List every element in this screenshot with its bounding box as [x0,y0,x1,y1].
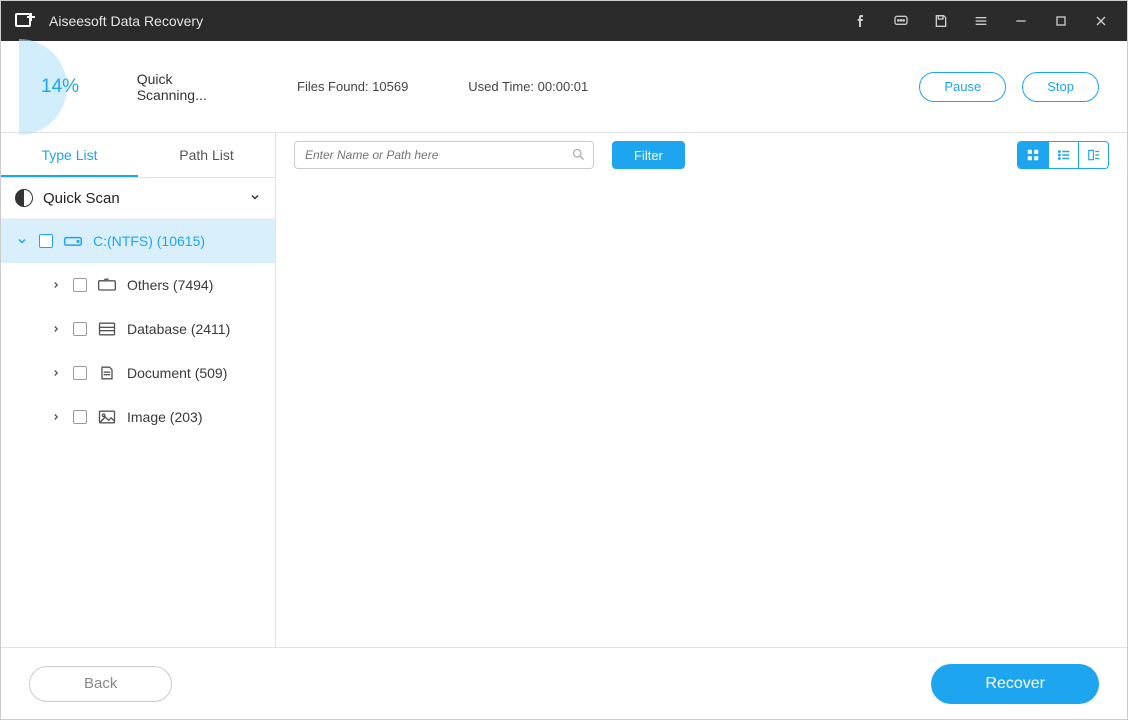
quick-scan-label: Quick Scan [43,190,120,207]
search-box [294,141,594,169]
stop-button[interactable]: Stop [1022,72,1099,102]
database-icon [97,321,117,337]
tab-type-list[interactable]: Type List [1,133,138,177]
drive-icon [63,233,83,249]
checkbox[interactable] [73,366,87,380]
sidebar-tabs: Type List Path List [1,133,275,177]
app-logo-icon [13,9,37,33]
tree-item-database[interactable]: Database (2411) [1,307,275,351]
used-time-label: Used Time: 00:00:01 [468,79,588,94]
app-title: Aiseesoft Data Recovery [49,13,203,29]
progress-panel: 14% Quick Scanning... [1,41,237,133]
checkbox[interactable] [73,410,87,424]
footer: Back Recover [1,647,1127,719]
feedback-icon[interactable] [887,7,915,35]
workspace: Type List Path List Quick Scan [1,133,1127,647]
toolbar: Filter [276,133,1127,177]
item-label: Document (509) [127,365,227,381]
facebook-icon[interactable] [847,7,875,35]
status-info: Files Found: 10569 Used Time: 00:00:01 [237,79,919,94]
progress-circle: 14% [19,41,107,133]
chevron-right-icon [49,368,63,378]
tree-item-image[interactable]: Image (203) [1,395,275,439]
files-found-label: Files Found: 10569 [297,79,408,94]
back-button[interactable]: Back [29,666,172,702]
save-icon[interactable] [927,7,955,35]
minimize-icon[interactable] [1007,7,1035,35]
drive-label: C:(NTFS) (10615) [93,233,205,249]
filter-button[interactable]: Filter [612,141,685,169]
folder-icon [97,277,117,293]
contrast-icon [15,189,33,207]
item-label: Others (7494) [127,277,213,293]
file-tree: C:(NTFS) (10615) Others (7494) [1,219,275,647]
tree-item-others[interactable]: Others (7494) [1,263,275,307]
document-icon [97,365,117,381]
checkbox[interactable] [73,278,87,292]
menu-icon[interactable] [967,7,995,35]
maximize-icon[interactable] [1047,7,1075,35]
chevron-right-icon [49,324,63,334]
recover-button[interactable]: Recover [931,664,1099,704]
item-label: Image (203) [127,409,202,425]
chevron-down-icon [249,191,261,206]
checkbox[interactable] [39,234,53,248]
view-grid-button[interactable] [1018,142,1048,168]
chevron-right-icon [49,280,63,290]
content-area [276,177,1127,647]
progress-percent: 14% [41,76,79,98]
main-panel: Filter [276,133,1127,647]
tree-item-document[interactable]: Document (509) [1,351,275,395]
search-input[interactable] [294,141,594,169]
chevron-down-icon [15,235,29,247]
quick-scan-section[interactable]: Quick Scan [1,177,275,219]
tree-item-drive[interactable]: C:(NTFS) (10615) [1,219,275,263]
tab-path-list[interactable]: Path List [138,133,275,177]
scan-status-label: Quick Scanning... [137,71,237,103]
sidebar: Type List Path List Quick Scan [1,133,276,647]
chevron-right-icon [49,412,63,422]
checkbox[interactable] [73,322,87,336]
titlebar: Aiseesoft Data Recovery [1,1,1127,41]
image-icon [97,409,117,425]
view-list-button[interactable] [1048,142,1078,168]
view-detail-button[interactable] [1078,142,1108,168]
app-window: Aiseesoft Data Recovery 14% [0,0,1128,720]
status-bar: 14% Quick Scanning... Files Found: 10569… [1,41,1127,133]
close-icon[interactable] [1087,7,1115,35]
pause-button[interactable]: Pause [919,72,1006,102]
view-switch [1017,141,1109,169]
item-label: Database (2411) [127,321,230,337]
search-icon[interactable] [571,147,586,167]
